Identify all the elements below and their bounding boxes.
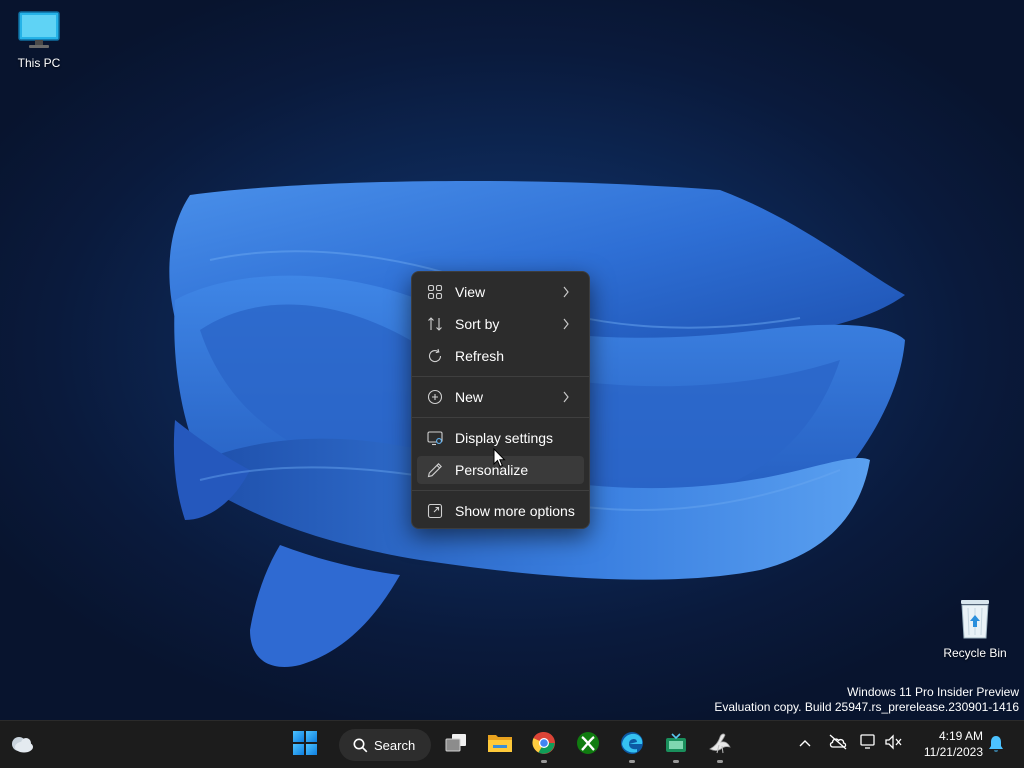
menu-item-label: Sort by	[455, 316, 500, 332]
clock-date: 11/21/2023	[923, 745, 983, 759]
bird-app-icon	[707, 731, 733, 760]
show-hidden-icons-button[interactable]	[798, 735, 812, 753]
task-view-icon	[444, 732, 468, 759]
menu-item-label: Refresh	[455, 348, 505, 364]
start-button[interactable]	[285, 725, 325, 765]
green-app-icon	[664, 732, 688, 759]
menu-item-label: Display settings	[455, 430, 554, 446]
menu-item-refresh[interactable]: Refresh	[417, 342, 584, 370]
desktop-icon-label: Recycle Bin	[943, 646, 1007, 660]
menu-separator	[412, 490, 589, 491]
network-disconnected-icon	[860, 733, 880, 756]
edge-icon	[620, 731, 644, 760]
menu-item-label: Show more options	[455, 503, 575, 519]
windows-logo-icon	[293, 730, 317, 760]
running-indicator	[541, 760, 547, 763]
taskbar-clock[interactable]: 4:19 AM 11/21/2023	[913, 728, 983, 760]
edge-button[interactable]	[612, 725, 652, 765]
watermark-line-2: Evaluation copy. Build 25947.rs_prerelea…	[714, 700, 1019, 714]
running-indicator	[673, 760, 679, 763]
menu-item-new[interactable]: New	[417, 383, 584, 411]
open-external-icon	[427, 503, 443, 519]
cloud-offline-icon	[828, 733, 848, 756]
task-view-button[interactable]	[436, 725, 476, 765]
clock-time: 4:19 AM	[938, 729, 983, 743]
volume-muted-icon	[884, 733, 904, 756]
desktop-icon-this-pc[interactable]: This PC	[1, 10, 77, 70]
desktop-icon-label: This PC	[17, 56, 61, 70]
notifications-button[interactable]	[987, 734, 1005, 759]
display-settings-icon	[427, 430, 443, 446]
menu-item-show-more-options[interactable]: Show more options	[417, 497, 584, 525]
menu-item-label: New	[455, 389, 484, 405]
volume-button[interactable]	[884, 733, 904, 756]
desktop-context-menu: View Sort by Refresh New Display setting…	[411, 271, 590, 529]
weather-cloud-icon	[9, 732, 35, 759]
watermark-line-1: Windows 11 Pro Insider Preview	[847, 685, 1019, 699]
app-button[interactable]	[656, 725, 696, 765]
desktop-icon-recycle-bin[interactable]: Recycle Bin	[937, 596, 1013, 660]
app-button[interactable]	[700, 725, 740, 765]
mouse-cursor-icon	[493, 447, 507, 473]
onedrive-button[interactable]	[828, 733, 848, 756]
refresh-icon	[427, 348, 443, 364]
chevron-right-icon	[562, 390, 570, 406]
evaluation-watermark: Windows 11 Pro Insider Preview Evaluatio…	[714, 685, 1019, 715]
chevron-up-icon	[798, 735, 812, 753]
chrome-button[interactable]	[524, 725, 564, 765]
menu-item-view[interactable]: View	[417, 278, 584, 306]
xbox-button[interactable]	[568, 725, 608, 765]
running-indicator	[717, 760, 723, 763]
pen-icon	[427, 462, 443, 478]
grid-view-icon	[427, 284, 443, 300]
menu-item-label: View	[455, 284, 486, 300]
taskbar-search-box[interactable]: Search	[339, 729, 431, 761]
search-icon	[353, 738, 368, 753]
menu-item-sort-by[interactable]: Sort by	[417, 310, 584, 338]
file-explorer-button[interactable]	[480, 725, 520, 765]
menu-item-label: Personalize	[455, 462, 529, 478]
search-label: Search	[374, 737, 416, 753]
menu-separator	[412, 376, 589, 377]
network-button[interactable]	[860, 733, 880, 756]
chrome-icon	[532, 731, 556, 760]
chevron-right-icon	[562, 285, 570, 301]
folder-icon	[487, 732, 513, 759]
monitor-icon	[17, 11, 61, 53]
menu-separator	[412, 417, 589, 418]
running-indicator	[629, 760, 635, 763]
chevron-right-icon	[562, 317, 570, 333]
taskbar: Search 4:19 AM 11/21/2023	[0, 720, 1024, 768]
add-circle-icon	[427, 389, 443, 405]
bell-icon	[987, 734, 1005, 759]
xbox-icon	[576, 731, 600, 760]
sort-arrows-icon	[427, 316, 443, 332]
recycle-bin-icon	[955, 600, 995, 643]
widgets-button[interactable]	[2, 725, 42, 765]
